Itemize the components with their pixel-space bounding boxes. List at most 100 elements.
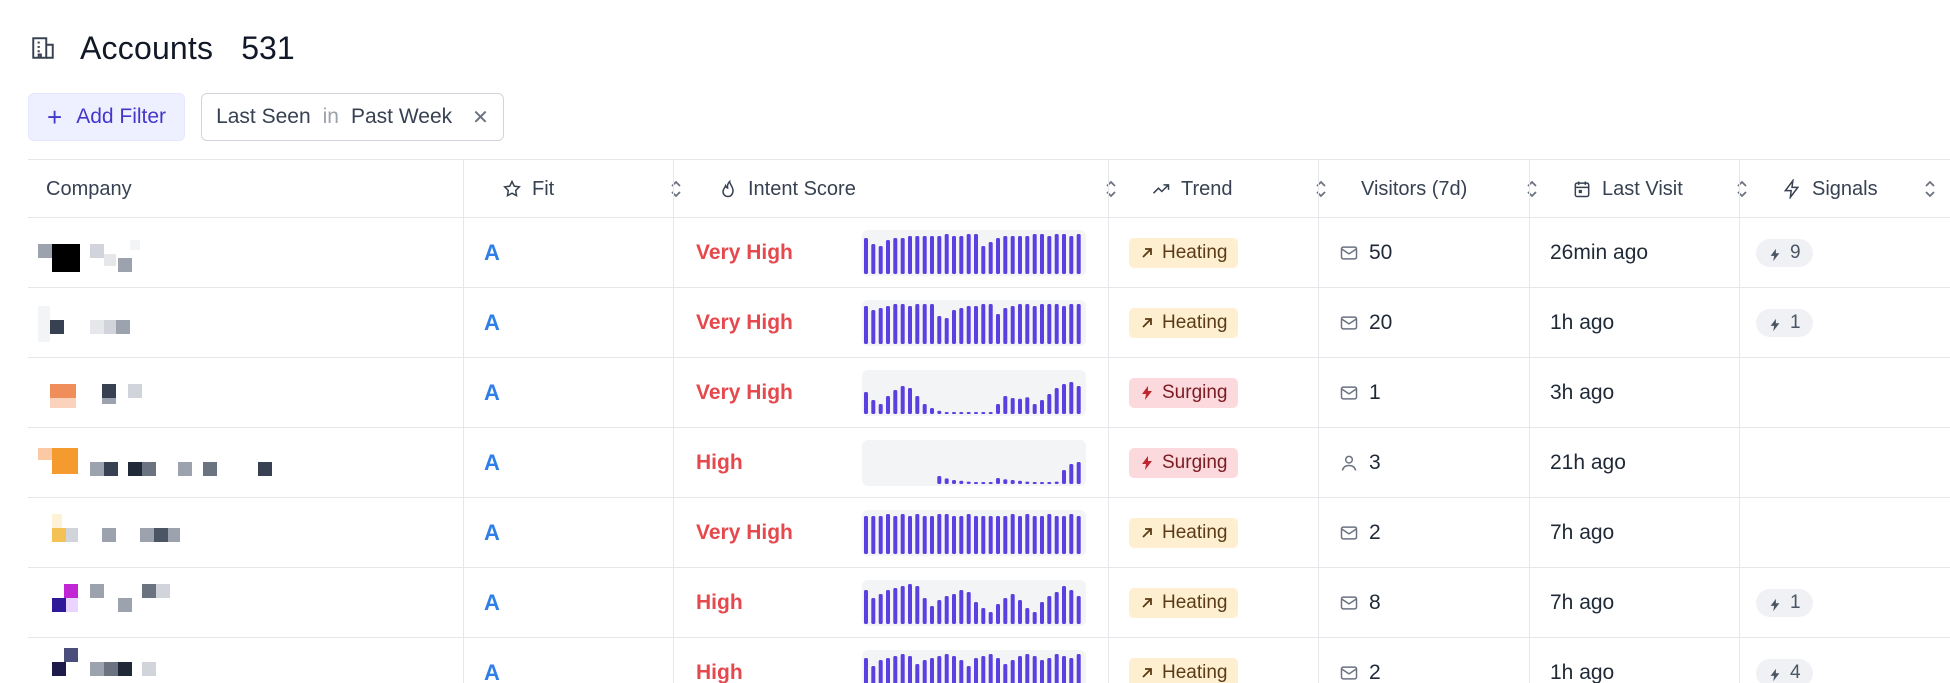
sort-icon[interactable] [1105, 178, 1117, 200]
sort-icon[interactable] [1736, 178, 1748, 200]
spark-bar [959, 660, 964, 683]
spark-bar [1047, 514, 1052, 554]
sort-icon[interactable] [1315, 178, 1327, 200]
column-header-intent-score[interactable]: Intent Score [696, 160, 1131, 218]
column-label: Visitors (7d) [1361, 177, 1468, 200]
spark-bar [871, 516, 876, 554]
column-label: Intent Score [748, 177, 856, 200]
trend-cell: Heating [1109, 288, 1318, 358]
spark-bar [864, 516, 868, 554]
company-cell[interactable] [28, 358, 463, 428]
mail-icon [1339, 593, 1359, 613]
spark-bar [930, 658, 934, 683]
visitors-count: 50 [1369, 241, 1393, 264]
spark-bar [878, 308, 883, 344]
spark-bar [864, 590, 868, 624]
spark-bar [1076, 462, 1081, 484]
arrow-up-right-icon [1139, 525, 1155, 541]
spark-bar [974, 602, 978, 624]
table-row[interactable]: A Very High Heating 50 26min ago 9 [28, 218, 1950, 288]
spark-bar [1076, 516, 1081, 554]
spark-bar [1062, 306, 1066, 344]
spark-bar [1010, 660, 1015, 683]
company-cell[interactable] [28, 288, 463, 358]
table-row[interactable]: A Very High Surging 1 3h ago [28, 358, 1950, 428]
company-cell[interactable] [28, 428, 463, 498]
mail-icon [1339, 383, 1359, 403]
spark-bar [900, 586, 905, 624]
signals-badge[interactable]: 4 [1756, 659, 1813, 683]
sort-icon[interactable] [670, 178, 682, 200]
signals-badge[interactable]: 9 [1756, 239, 1813, 267]
trend-badge-heating: Heating [1129, 518, 1238, 548]
intent-label: High [696, 661, 743, 683]
spark-bar [878, 660, 883, 683]
spark-bar [908, 236, 912, 274]
spark-bar [1047, 236, 1052, 274]
spark-bar [1003, 308, 1008, 344]
spark-bar [1076, 234, 1081, 274]
close-icon[interactable]: ✕ [472, 105, 489, 130]
table-row[interactable]: A High Heating 2 1h ago 4 [28, 638, 1950, 683]
company-cell[interactable] [28, 218, 463, 288]
spark-bar [944, 478, 949, 484]
spark-bar [864, 658, 868, 683]
spark-bar [878, 516, 883, 554]
spark-bar [959, 516, 964, 554]
flame-icon [722, 179, 734, 198]
spark-bar [1018, 236, 1022, 274]
company-cell[interactable] [28, 498, 463, 568]
column-header-fit[interactable]: Fit [486, 160, 696, 218]
spark-bar [915, 304, 920, 344]
bolt-icon [1768, 596, 1782, 612]
signals-badge[interactable]: 1 [1756, 589, 1813, 617]
signals-badge[interactable]: 1 [1756, 309, 1813, 337]
spark-bar [900, 386, 905, 414]
spark-bar [1062, 586, 1066, 624]
intent-label: Very High [696, 381, 793, 404]
spark-bar [908, 656, 912, 683]
table-row[interactable]: A High Heating 8 7h ago 1 [28, 568, 1950, 638]
column-header-last-visit[interactable]: Last Visit [1552, 160, 1762, 218]
spark-bar [1040, 602, 1044, 624]
column-header-visitors[interactable]: Visitors (7d) [1341, 160, 1552, 218]
mail-icon [1339, 313, 1359, 333]
table-row[interactable]: A Very High Heating 2 7h ago [28, 498, 1950, 568]
spark-bar [944, 514, 949, 554]
table-header: Company Fit Intent Score Trend Visitors … [28, 160, 1950, 218]
column-header-signals[interactable]: Signals [1762, 160, 1950, 218]
company-logo [38, 296, 338, 352]
company-cell[interactable] [28, 638, 463, 683]
intent-sparkline [862, 580, 1086, 626]
spark-bar [959, 590, 964, 624]
spark-bar [893, 516, 898, 554]
spark-bar [981, 608, 986, 624]
signals-cell [1740, 498, 1950, 568]
intent-sparkline [862, 510, 1086, 556]
visitors-cell: 3 [1319, 428, 1529, 498]
sort-icon[interactable] [1526, 178, 1538, 200]
spark-bar [1018, 656, 1022, 683]
add-filter-button[interactable]: + Add Filter [28, 93, 186, 141]
trend-label: Surging [1162, 382, 1228, 403]
table-row[interactable]: A Very High Heating 20 1h ago 1 [28, 288, 1950, 358]
filter-chip-last-seen[interactable]: Last Seen in Past Week ✕ [201, 93, 504, 141]
spark-bar [937, 236, 942, 274]
spark-bar [996, 478, 1000, 484]
spark-bar [893, 304, 898, 344]
table-row[interactable]: A High Surging 3 21h ago [28, 428, 1950, 498]
company-cell[interactable] [28, 568, 463, 638]
bolt-icon [1139, 385, 1155, 401]
sort-icon[interactable] [1924, 178, 1936, 200]
spark-bar [1069, 304, 1074, 344]
column-header-company[interactable]: Company [46, 160, 481, 218]
arrow-up-right-icon [1139, 245, 1155, 261]
spark-bar [952, 656, 956, 683]
spark-bar [1069, 464, 1074, 484]
last-visit-cell: 7h ago [1550, 521, 1615, 544]
spark-bar [1032, 234, 1037, 274]
column-header-trend[interactable]: Trend [1131, 160, 1341, 218]
column-label: Last Visit [1602, 177, 1683, 200]
signals-count: 1 [1790, 592, 1801, 613]
spark-bar [974, 482, 978, 484]
